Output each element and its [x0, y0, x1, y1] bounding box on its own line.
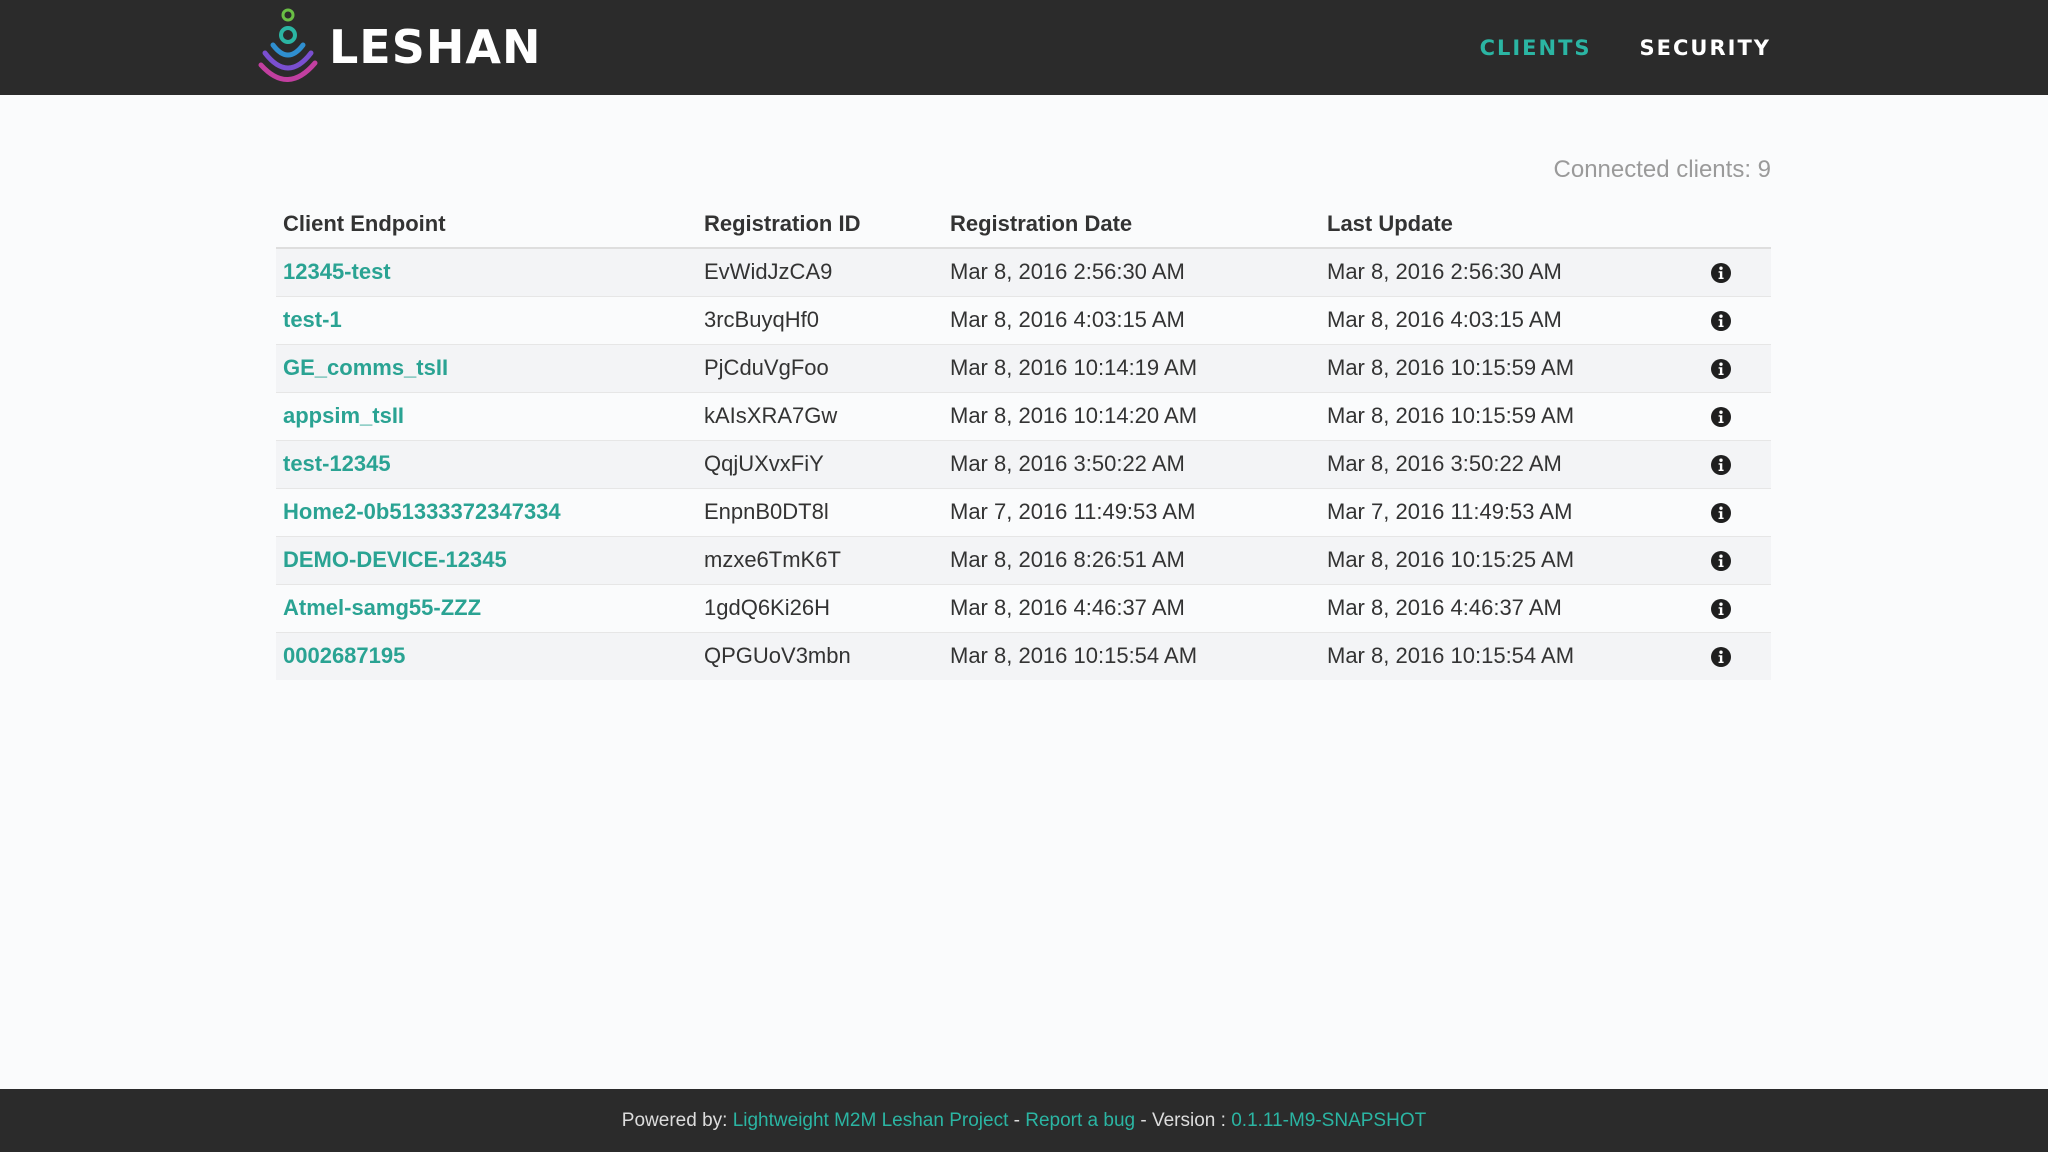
leshan-logo-icon: [258, 8, 318, 82]
footer-report-bug-link[interactable]: Report a bug: [1025, 1110, 1135, 1132]
clients-table: Client Endpoint Registration ID Registra…: [276, 200, 1771, 680]
cell-info: [1696, 343, 1771, 392]
cell-endpoint: 0002687195: [276, 631, 697, 680]
table-row[interactable]: 12345-test EvWidJzCA9 Mar 8, 2016 2:56:30 …: [276, 247, 1771, 296]
table-row[interactable]: Atmel-samg55-ZZZ 1gdQ6Ki26H Mar 8, 2016 4:…: [276, 583, 1771, 632]
header-actions: [1696, 200, 1771, 249]
cell-last-update: Mar 8, 2016 10:15:54 AM: [1320, 631, 1696, 680]
footer-separator: -: [1008, 1109, 1026, 1131]
cell-registration-date: Mar 8, 2016 8:26:51 AM: [943, 535, 1320, 584]
cell-registration-date: Mar 8, 2016 4:46:37 AM: [943, 583, 1320, 632]
cell-last-update: Mar 8, 2016 2:56:30 AM: [1320, 247, 1696, 296]
cell-registration-date: Mar 8, 2016 10:14:19 AM: [943, 343, 1320, 392]
table-row[interactable]: GE_comms_tsII PjCduVgFoo Mar 8, 2016 10:14…: [276, 343, 1771, 392]
cell-endpoint: Home2-0b51333372347334: [276, 487, 697, 536]
cell-endpoint: GE_comms_tsII: [276, 343, 697, 392]
cell-registration-date: Mar 7, 2016 11:49:53 AM: [943, 487, 1320, 536]
cell-endpoint: Atmel-samg55-ZZZ: [276, 583, 697, 632]
client-endpoint-link[interactable]: test-1: [283, 307, 342, 332]
cell-registration-date: Mar 8, 2016 10:14:20 AM: [943, 391, 1320, 440]
connected-clients-count: Connected clients: 9: [1553, 156, 1771, 183]
cell-endpoint: appsim_tsII: [276, 391, 697, 440]
cell-registration-id: 3rcBuyqHf0: [697, 295, 943, 344]
cell-registration-date: Mar 8, 2016 4:03:15 AM: [943, 295, 1320, 344]
cell-registration-id: kAIsXRA7Gw: [697, 391, 943, 440]
client-endpoint-link[interactable]: DEMO-DEVICE-12345: [283, 547, 507, 572]
client-endpoint-link[interactable]: GE_comms_tsII: [283, 355, 448, 380]
cell-registration-id: EvWidJzCA9: [697, 247, 943, 296]
cell-last-update: Mar 8, 2016 4:46:37 AM: [1320, 583, 1696, 632]
main-nav: CLIENTS SECURITY: [1480, 0, 1771, 95]
cell-last-update: Mar 8, 2016 10:15:59 AM: [1320, 391, 1696, 440]
info-circle-icon[interactable]: [1710, 454, 1732, 476]
cell-info: [1696, 439, 1771, 488]
header-last-update: Last Update: [1320, 200, 1696, 249]
brand-logo[interactable]: LESHAN: [255, 6, 541, 88]
table-row[interactable]: 0002687195 QPGUoV3mbn Mar 8, 2016 10:15:54…: [276, 631, 1771, 680]
cell-endpoint: test-12345: [276, 439, 697, 488]
info-circle-icon[interactable]: [1710, 262, 1732, 284]
cell-registration-id: PjCduVgFoo: [697, 343, 943, 392]
table-row[interactable]: test-12345 QqjUXvxFiY Mar 8, 2016 3:50:22 …: [276, 439, 1771, 488]
table-header-row: Client Endpoint Registration ID Registra…: [276, 200, 1771, 249]
footer-project-link[interactable]: Lightweight M2M Leshan Project: [733, 1110, 1009, 1132]
cell-registration-id: QPGUoV3mbn: [697, 631, 943, 680]
client-endpoint-link[interactable]: test-12345: [283, 451, 391, 476]
info-circle-icon[interactable]: [1710, 646, 1732, 668]
header-registration-date: Registration Date: [943, 200, 1320, 249]
footer: Powered by: Lightweight M2M Leshan Proje…: [0, 1089, 2048, 1152]
header-client-endpoint: Client Endpoint: [276, 200, 697, 249]
footer-powered-by: Powered by:: [621, 1109, 733, 1131]
cell-registration-id: 1gdQ6Ki26H: [697, 583, 943, 632]
info-circle-icon[interactable]: [1710, 550, 1732, 572]
header-registration-id: Registration ID: [697, 200, 943, 249]
cell-registration-date: Mar 8, 2016 3:50:22 AM: [943, 439, 1320, 488]
table-row[interactable]: appsim_tsII kAIsXRA7Gw Mar 8, 2016 10:14:2…: [276, 391, 1771, 440]
cell-registration-date: Mar 8, 2016 10:15:54 AM: [943, 631, 1320, 680]
cell-registration-id: QqjUXvxFiY: [697, 439, 943, 488]
client-endpoint-link[interactable]: 0002687195: [283, 643, 405, 668]
cell-info: [1696, 247, 1771, 296]
info-circle-icon[interactable]: [1710, 598, 1732, 620]
client-endpoint-link[interactable]: Home2-0b51333372347334: [283, 499, 561, 524]
cell-last-update: Mar 8, 2016 10:15:25 AM: [1320, 535, 1696, 584]
cell-registration-id: EnpnB0DT8l: [697, 487, 943, 536]
cell-registration-id: mzxe6TmK6T: [697, 535, 943, 584]
table-row[interactable]: Home2-0b51333372347334 EnpnB0DT8l Mar 7, 2…: [276, 487, 1771, 536]
cell-last-update: Mar 7, 2016 11:49:53 AM: [1320, 487, 1696, 536]
cell-endpoint: test-1: [276, 295, 697, 344]
nav-security[interactable]: SECURITY: [1640, 36, 1771, 60]
cell-info: [1696, 295, 1771, 344]
info-circle-icon[interactable]: [1710, 358, 1732, 380]
cell-info: [1696, 583, 1771, 632]
top-navbar: LESHAN CLIENTS SECURITY: [0, 0, 2048, 95]
cell-info: [1696, 631, 1771, 680]
cell-info: [1696, 535, 1771, 584]
cell-last-update: Mar 8, 2016 4:03:15 AM: [1320, 295, 1696, 344]
cell-last-update: Mar 8, 2016 3:50:22 AM: [1320, 439, 1696, 488]
cell-info: [1696, 487, 1771, 536]
cell-endpoint: 12345-test: [276, 247, 697, 296]
cell-registration-date: Mar 8, 2016 2:56:30 AM: [943, 247, 1320, 296]
footer-version-link[interactable]: 0.1.11-M9-SNAPSHOT: [1231, 1110, 1426, 1132]
info-circle-icon[interactable]: [1710, 406, 1732, 428]
info-circle-icon[interactable]: [1710, 502, 1732, 524]
nav-clients[interactable]: CLIENTS: [1480, 36, 1592, 60]
cell-last-update: Mar 8, 2016 10:15:59 AM: [1320, 343, 1696, 392]
brand-name: LESHAN: [329, 20, 542, 74]
cell-info: [1696, 391, 1771, 440]
client-endpoint-link[interactable]: Atmel-samg55-ZZZ: [283, 595, 481, 620]
footer-version-label: - Version :: [1135, 1109, 1232, 1131]
info-circle-icon[interactable]: [1710, 310, 1732, 332]
cell-endpoint: DEMO-DEVICE-12345: [276, 535, 697, 584]
table-row[interactable]: test-1 3rcBuyqHf0 Mar 8, 2016 4:03:15 AM Ma…: [276, 295, 1771, 344]
table-row[interactable]: DEMO-DEVICE-12345 mzxe6TmK6T Mar 8, 2016 8…: [276, 535, 1771, 584]
client-endpoint-link[interactable]: 12345-test: [283, 259, 391, 284]
client-endpoint-link[interactable]: appsim_tsII: [283, 403, 404, 428]
